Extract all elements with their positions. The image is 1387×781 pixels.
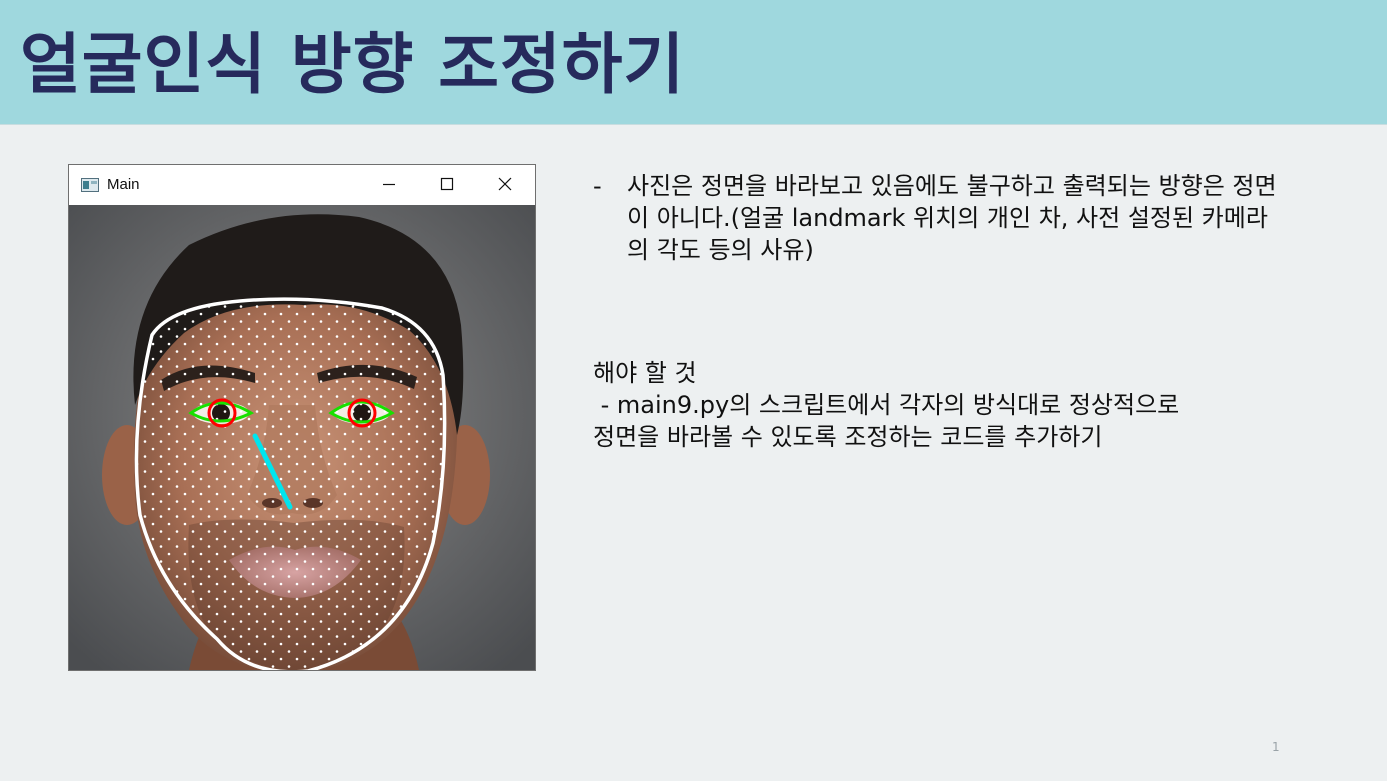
camera-viewport <box>69 205 535 670</box>
bullet-dash: - <box>593 172 602 200</box>
window-title: Main <box>107 176 140 193</box>
main-window[interactable]: Main <box>68 164 536 671</box>
window-titlebar[interactable]: Main <box>69 165 535 205</box>
slide-title: 얼굴인식 방향 조정하기 <box>20 26 686 103</box>
maximize-button[interactable] <box>418 165 476 203</box>
close-icon <box>498 177 512 191</box>
todo-heading: 해야 할 것 <box>593 359 697 387</box>
page-number: 1 <box>1272 740 1280 754</box>
minimize-icon <box>382 177 396 191</box>
todo-line-2: 정면을 바라볼 수 있도록 조정하는 코드를 추가하기 <box>593 423 1103 451</box>
note-bullet: - 사진은 정면을 바라보고 있음에도 불구하고 출력되는 방향은 정면이 아니… <box>593 170 1283 266</box>
note-text: 사진은 정면을 바라보고 있음에도 불구하고 출력되는 방향은 정면이 아니다.… <box>627 172 1277 264</box>
close-button[interactable] <box>476 165 534 203</box>
app-window-icon <box>81 177 99 192</box>
maximize-icon <box>440 177 454 191</box>
todo-line-1: - main9.py의 스크립트에서 각자의 방식대로 정상적으로 <box>593 391 1180 419</box>
slide-header: 얼굴인식 방향 조정하기 <box>0 0 1387 125</box>
minimize-button[interactable] <box>360 165 418 203</box>
todo-block: 해야 할 것 - main9.py의 스크립트에서 각자의 방식대로 정상적으로… <box>593 357 1293 453</box>
